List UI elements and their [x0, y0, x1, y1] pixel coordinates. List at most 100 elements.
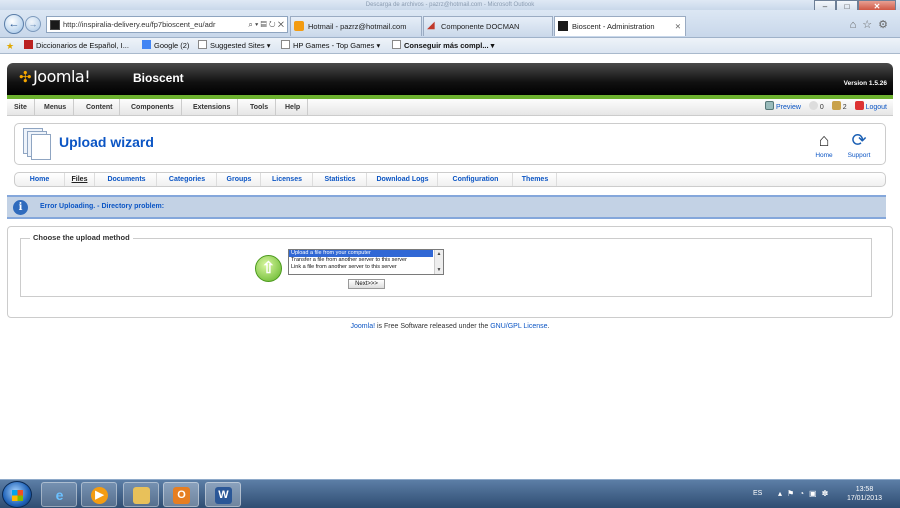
fav-item-suggested-sites[interactable]: Suggested Sites ▾: [198, 38, 270, 54]
joomla-logo-icon: ✣: [19, 68, 32, 86]
next-button[interactable]: Next>>>: [348, 279, 385, 289]
submenu-files[interactable]: Files: [65, 173, 95, 186]
menu-site[interactable]: Site: [7, 99, 35, 116]
clock-date: 17/01/2013: [846, 495, 882, 502]
window-title: Descarga de archivos - pazrz@hotmail.com…: [365, 2, 535, 8]
menu-content[interactable]: Content: [79, 99, 121, 116]
docman-icon: ◢: [427, 20, 435, 31]
outlook-icon: O: [173, 487, 190, 504]
submenu-groups[interactable]: Groups: [218, 173, 261, 186]
favorites-star-icon[interactable]: ☆: [862, 19, 878, 31]
windows-taskbar: e ▶ O W ES ▴⚑◔▣✽ 13:58 17/01/2013: [0, 479, 900, 508]
forward-button[interactable]: →: [25, 16, 41, 32]
fav-item-diccionarios[interactable]: Diccionarios de Español, I...: [24, 38, 129, 54]
messages-status[interactable]: 0: [808, 101, 824, 111]
tab-label: Hotmail - pazrz@hotmail.com: [308, 22, 407, 31]
submenu-statistics[interactable]: Statistics: [314, 173, 367, 186]
admin-menu: Site Menus Content Components Extensions…: [7, 99, 893, 116]
browser-tools: ⌂☆⚙: [850, 18, 894, 31]
fav-label: Suggested Sites ▾: [210, 41, 271, 50]
taskbar-internet-explorer[interactable]: e: [41, 482, 77, 507]
submenu-licenses[interactable]: Licenses: [262, 173, 313, 186]
home-icon[interactable]: ⌂: [850, 19, 863, 31]
message-text: Error Uploading. - Directory problem:: [40, 203, 165, 210]
upload-method-fieldset: [20, 238, 872, 297]
home-button[interactable]: ⌂ Home: [807, 129, 841, 159]
footer-end: .: [547, 323, 550, 330]
folder-icon: [133, 487, 150, 504]
address-actions[interactable]: ⌕ ▾ ▤ ↻ ✕: [248, 17, 284, 32]
support-button[interactable]: ⟳ Support: [842, 129, 876, 159]
fav-label: Google (2): [154, 41, 190, 50]
logout-link[interactable]: Logout: [854, 101, 887, 111]
upload-method-select[interactable]: Upload a file from your computer Transfe…: [288, 249, 444, 275]
submenu-configuration[interactable]: Configuration: [439, 173, 513, 186]
tab-hotmail[interactable]: Hotmail - pazrz@hotmail.com: [290, 16, 422, 36]
upload-arrow-icon: ⇧: [255, 255, 282, 282]
fav-label: HP Games - Top Games ▾: [293, 41, 381, 50]
submenu-categories[interactable]: Categories: [158, 173, 217, 186]
joomla-tab-icon: [558, 21, 568, 31]
tab-bioscent-admin[interactable]: Bioscent - Administration ✕: [554, 16, 686, 36]
start-button[interactable]: [2, 481, 32, 508]
menu-help[interactable]: Help: [278, 99, 309, 116]
option-link-from-server[interactable]: Link a file from another server to this …: [289, 264, 433, 271]
fav-item-hp-games[interactable]: HP Games - Top Games ▾: [281, 38, 380, 54]
users-icon: [831, 101, 841, 110]
home-label: Home: [815, 152, 833, 159]
info-icon: i: [13, 200, 28, 215]
joomla-link[interactable]: Joomla!: [351, 323, 376, 330]
fav-label: Diccionarios de Español, I...: [36, 41, 129, 50]
settings-gear-icon[interactable]: ⚙: [878, 19, 894, 31]
admin-status: Preview 0 2 Logout: [759, 99, 887, 116]
menu-menus[interactable]: Menus: [37, 99, 75, 116]
joomla-logo: ✣ Joomla!: [19, 67, 91, 86]
page-icon: [281, 40, 290, 49]
version-label: Version 1.5.26: [843, 80, 887, 87]
menu-components[interactable]: Components: [124, 99, 182, 116]
preview-label[interactable]: Preview: [776, 104, 801, 111]
messages-count: 0: [819, 104, 824, 111]
favorites-star-icon[interactable]: ★: [6, 38, 14, 55]
address-bar[interactable]: http://inspiralia-delivery.eu/fp7bioscen…: [46, 16, 288, 33]
listbox-scrollbar[interactable]: ▲ ▼: [434, 250, 443, 274]
footer-text: is Free Software released under the: [375, 323, 491, 330]
fav-item-conseguir[interactable]: Conseguir más compl... ▾: [392, 38, 494, 54]
fieldset-legend: Choose the upload method: [30, 233, 133, 242]
toolbar-box: Upload wizard ⌂ Home ⟳ Support: [14, 123, 886, 165]
submenu-documents[interactable]: Documents: [97, 173, 157, 186]
menu-tools[interactable]: Tools: [243, 99, 277, 116]
taskbar-word[interactable]: W: [205, 482, 241, 507]
messages-icon: [808, 101, 818, 110]
language-indicator[interactable]: ES: [753, 490, 762, 497]
site-favicon-icon: [50, 20, 60, 30]
tab-docman[interactable]: ◢ Componente DOCMAN: [423, 16, 553, 36]
users-status[interactable]: 2: [831, 101, 847, 111]
option-upload-from-computer[interactable]: Upload a file from your computer: [289, 250, 433, 257]
tab-label: Bioscent - Administration: [572, 22, 655, 31]
logout-label[interactable]: Logout: [866, 104, 887, 111]
address-url[interactable]: http://inspiralia-delivery.eu/fp7bioscen…: [63, 17, 233, 32]
internet-explorer-icon: e: [55, 487, 64, 503]
submenu-download-logs[interactable]: Download Logs: [368, 173, 438, 186]
browser-nav-row: ← → http://inspiralia-delivery.eu/fp7bio…: [0, 10, 900, 38]
close-tab-icon[interactable]: ✕: [675, 17, 681, 36]
license-link[interactable]: GNU/GPL License: [490, 323, 547, 330]
option-transfer-from-server[interactable]: Transfer a file from another server to t…: [289, 257, 433, 264]
dictionary-icon: [24, 40, 33, 49]
taskbar-file-explorer[interactable]: [123, 482, 159, 507]
fav-item-google[interactable]: Google (2): [142, 38, 189, 54]
system-message: i Error Uploading. - Directory problem:: [7, 195, 886, 219]
preview-icon: [765, 101, 774, 110]
tray-icons[interactable]: ▴⚑◔▣✽: [778, 489, 833, 498]
menu-extensions[interactable]: Extensions: [186, 99, 239, 116]
submenu-home[interactable]: Home: [15, 173, 65, 186]
submenu-themes[interactable]: Themes: [514, 173, 557, 186]
clock[interactable]: 13:58 17/01/2013: [847, 485, 882, 503]
taskbar-media-player[interactable]: ▶: [81, 482, 117, 507]
fav-label: Conseguir más compl... ▾: [404, 41, 495, 50]
back-button[interactable]: ←: [4, 14, 24, 34]
preview-link[interactable]: Preview: [765, 101, 801, 111]
tab-label: Componente DOCMAN: [441, 22, 520, 31]
taskbar-outlook[interactable]: O: [163, 482, 199, 507]
